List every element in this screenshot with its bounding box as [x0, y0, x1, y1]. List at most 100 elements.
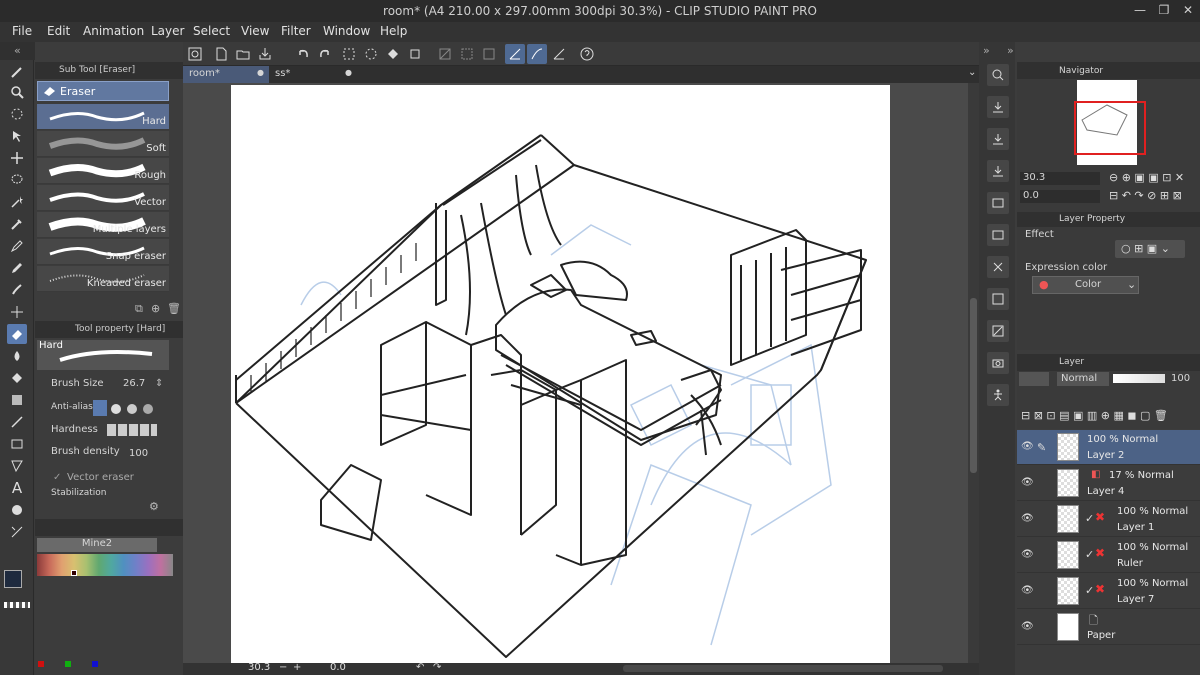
text-icon[interactable]: A	[7, 478, 27, 498]
expand-icon[interactable]: »	[1007, 44, 1014, 57]
green-chip[interactable]	[65, 661, 71, 667]
eye-icon[interactable]: 👁	[1021, 621, 1034, 632]
menu-layer[interactable]: Layer	[151, 24, 184, 38]
blend-icon[interactable]	[7, 346, 27, 366]
frame-icon[interactable]	[7, 434, 27, 454]
cross-icon[interactable]	[987, 256, 1009, 278]
blue-chip[interactable]	[92, 661, 98, 667]
layer-row-layer4[interactable]: 👁 ◧ 17 % Normal Layer 4	[1017, 466, 1200, 501]
eye-icon[interactable]: 👁	[1021, 549, 1034, 560]
collapse-right-icon[interactable]: »	[983, 44, 990, 57]
menu-edit[interactable]: Edit	[47, 24, 70, 38]
antialias-strong-button[interactable]	[143, 404, 153, 414]
tab-close-icon[interactable]: ●	[257, 68, 264, 77]
fill-command-icon[interactable]	[383, 44, 403, 64]
fill-icon[interactable]	[7, 368, 27, 388]
brush-icon[interactable]	[7, 280, 27, 300]
move-icon[interactable]	[7, 148, 27, 168]
material-icon[interactable]	[987, 160, 1009, 182]
sub-view-icon[interactable]	[987, 192, 1009, 214]
undo-icon[interactable]	[293, 44, 313, 64]
colorset-select[interactable]: Mine2	[37, 538, 157, 552]
selection-clear-icon[interactable]	[435, 44, 455, 64]
layer-color-button[interactable]	[1019, 372, 1049, 386]
menu-select[interactable]: Select	[193, 24, 230, 38]
tab-close-icon[interactable]: ●	[345, 68, 352, 77]
blend-mode-select[interactable]: Normal	[1057, 372, 1109, 386]
gradient-icon[interactable]	[7, 390, 27, 410]
redo-icon[interactable]	[315, 44, 335, 64]
layer-tool-icons[interactable]: ⊟ ⊠ ⊡ ▤ ▣ ▥ ⊕ ▦ ◼ ▢ 🗑	[1021, 409, 1168, 422]
brush-vector[interactable]: Vector	[37, 185, 169, 211]
layer-search-icon[interactable]	[987, 288, 1009, 310]
camera-icon[interactable]	[987, 352, 1009, 374]
clear-icon[interactable]	[339, 44, 359, 64]
menu-window[interactable]: Window	[323, 24, 370, 38]
red-chip[interactable]	[38, 661, 44, 667]
transparent-color-icon[interactable]	[4, 602, 30, 608]
zoom-field[interactable]: 30.3	[1020, 172, 1100, 185]
maximize-button[interactable]: ❐	[1154, 3, 1174, 17]
ruler-hidden-icon[interactable]: ✖	[1095, 510, 1105, 524]
layer-row-layer1[interactable]: 👁 ✓ ✖ 100 % Normal Layer 1	[1017, 502, 1200, 537]
wrench-icon[interactable]: ⚙	[149, 500, 159, 513]
eye-icon[interactable]: 👁	[1021, 441, 1034, 452]
selection-invert-icon[interactable]	[457, 44, 477, 64]
main-color-swatch[interactable]	[4, 570, 22, 588]
layer-row-layer7[interactable]: 👁 ✓ ✖ 100 % Normal Layer 7	[1017, 574, 1200, 609]
snap-ruler-icon[interactable]	[505, 44, 525, 64]
minus-icon[interactable]: −	[279, 662, 287, 673]
brush-soft[interactable]: Soft	[37, 131, 169, 157]
zoom-icon[interactable]	[7, 82, 27, 102]
antialias-weak-button[interactable]	[111, 404, 121, 414]
open-icon[interactable]	[233, 44, 253, 64]
rotate-right-icon[interactable]: ↷	[433, 662, 441, 673]
brush-kneaded-eraser[interactable]: Kneaded eraser	[37, 266, 169, 292]
spinner-icon[interactable]: ⇕	[155, 378, 163, 389]
magic-wand-icon[interactable]	[7, 192, 27, 212]
rotate-icon[interactable]	[7, 104, 27, 124]
menu-help[interactable]: Help	[380, 24, 407, 38]
figure-pose-icon[interactable]	[987, 384, 1009, 406]
search-icon[interactable]	[987, 64, 1009, 86]
h-scroll-thumb[interactable]	[623, 665, 943, 672]
menu-filter[interactable]: Filter	[281, 24, 311, 38]
duplicate-subtool-icon[interactable]: ⧉	[135, 302, 143, 316]
plus-icon[interactable]: +	[293, 662, 301, 673]
history-icon[interactable]	[987, 320, 1009, 342]
check-icon[interactable]: ✓	[53, 472, 61, 483]
menu-view[interactable]: View	[241, 24, 269, 38]
pencil-icon[interactable]	[7, 258, 27, 278]
ruler-hidden-icon[interactable]: ✖	[1095, 546, 1105, 560]
status-rotation[interactable]: 0.0	[330, 662, 346, 673]
layer-row-layer2[interactable]: 👁 ✎ 100 % Normal Layer 2	[1017, 430, 1200, 465]
effect-buttons[interactable]: ○ ⊞ ▣ ⌄	[1115, 240, 1185, 258]
rotate-left-icon[interactable]: ↶	[416, 662, 424, 673]
ruler-hidden-icon[interactable]: ✖	[1095, 582, 1105, 596]
new-file-icon[interactable]	[211, 44, 231, 64]
operation-icon[interactable]	[7, 126, 27, 146]
trash-icon[interactable]: 🗑	[167, 302, 181, 315]
transform-icon[interactable]	[405, 44, 425, 64]
brush-hard[interactable]: Hard	[37, 104, 169, 130]
balloon-icon[interactable]	[7, 500, 27, 520]
tab-ss[interactable]: ss* ●	[269, 66, 355, 83]
brush-size-value[interactable]: 26.7	[123, 378, 145, 389]
canvas-area[interactable]	[183, 83, 968, 663]
figure-icon[interactable]	[7, 412, 27, 432]
help-icon[interactable]	[577, 44, 597, 64]
tabs-chevron-icon[interactable]: ⌄	[968, 67, 976, 78]
collapse-left-icon[interactable]: «	[14, 44, 21, 57]
info-icon[interactable]	[987, 224, 1009, 246]
lasso-icon[interactable]	[7, 170, 27, 190]
correct-line-icon[interactable]	[7, 522, 27, 542]
navigator-preview[interactable]	[1074, 80, 1146, 165]
color-swatches[interactable]	[37, 554, 173, 576]
minimize-button[interactable]: —	[1130, 3, 1150, 17]
close-button[interactable]: ✕	[1178, 3, 1198, 17]
subtool-group-eraser[interactable]: Eraser	[37, 81, 169, 101]
eye-icon[interactable]: 👁	[1021, 585, 1034, 596]
brush-multiple-layers[interactable]: Multiple layers	[37, 212, 169, 238]
expression-color-select[interactable]: ● Color ⌄	[1032, 276, 1139, 294]
ruler-icon[interactable]	[7, 456, 27, 476]
